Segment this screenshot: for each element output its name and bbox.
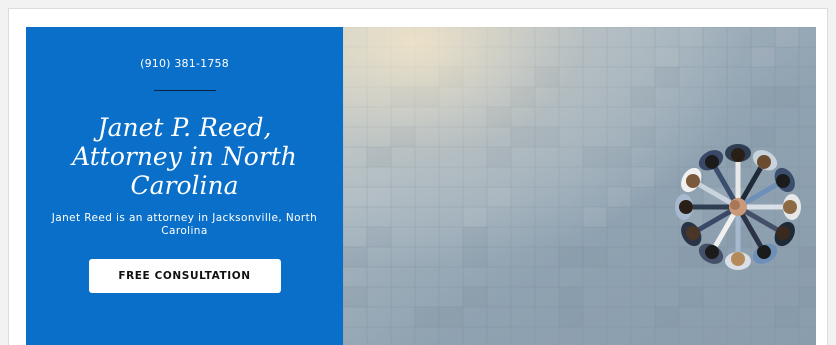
phone-link[interactable]: (910) 381-1758 [140,57,229,70]
hero-subtitle: Janet Reed is an attorney in Jacksonvill… [51,212,318,237]
hero-panel: (910) 381-1758 Janet P. Reed, Attorney i… [26,27,343,345]
hero-section: (910) 381-1758 Janet P. Reed, Attorney i… [26,27,816,345]
divider [153,90,216,91]
team-photo-image [343,27,816,345]
hero-title: Janet P. Reed, Attorney in North Carolin… [72,113,297,200]
free-consultation-button[interactable]: FREE CONSULTATION [88,259,281,293]
hero-photo [343,27,816,345]
